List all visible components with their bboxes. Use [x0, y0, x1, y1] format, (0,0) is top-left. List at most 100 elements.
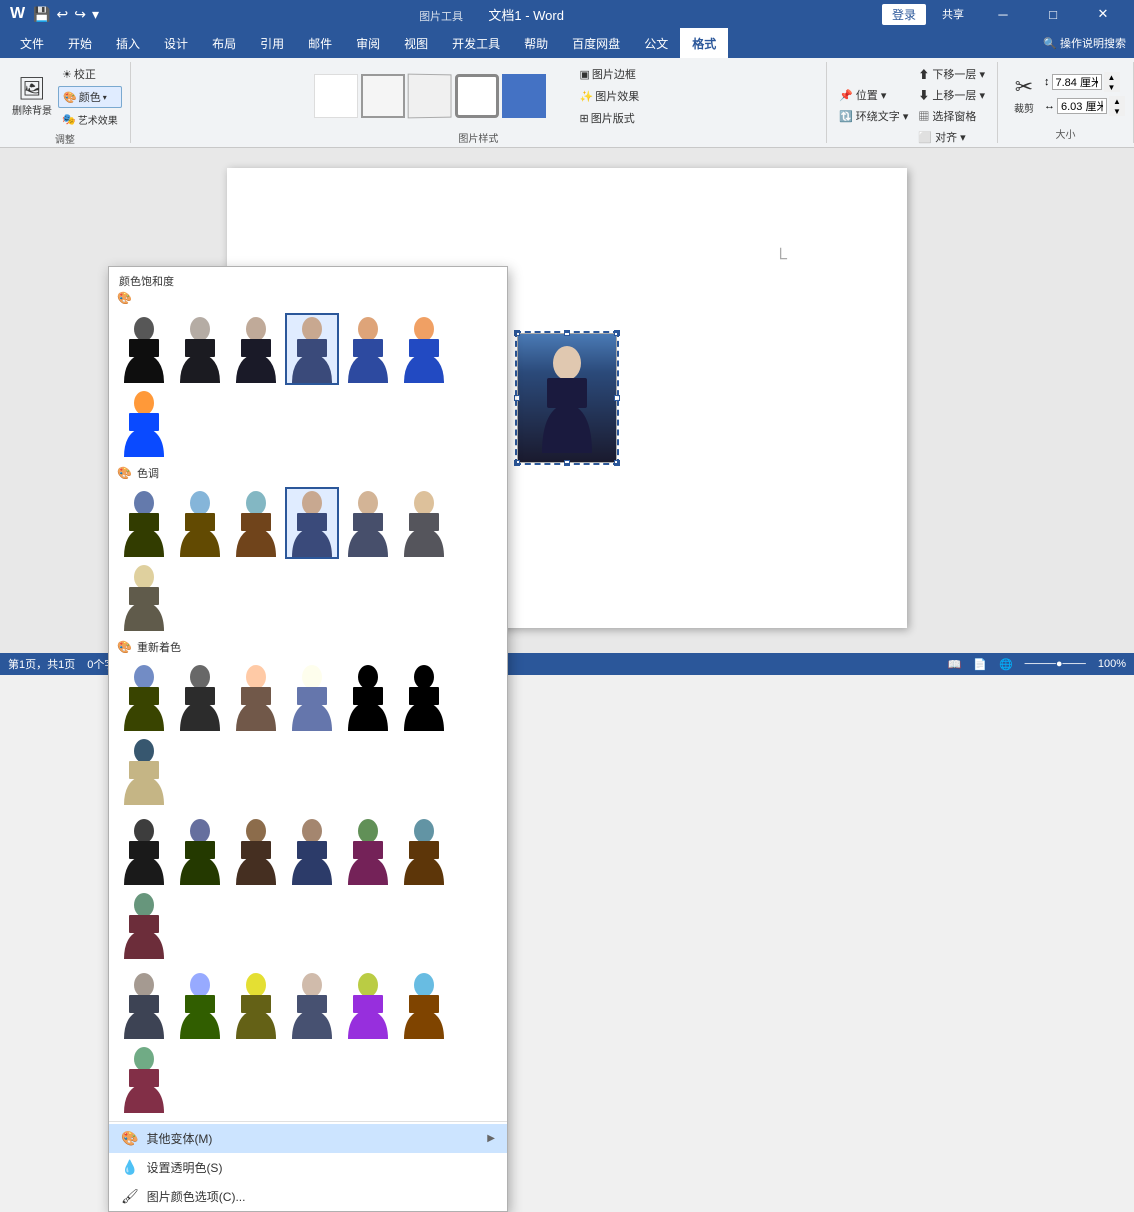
handle-tl[interactable]: [514, 330, 520, 336]
customize-icon[interactable]: ▾: [90, 4, 101, 25]
rc3-thumb-3[interactable]: [285, 969, 339, 1041]
style-preset-3[interactable]: [407, 74, 451, 119]
rc2-thumb-5[interactable]: [397, 815, 451, 887]
rc2-thumb-6[interactable]: [117, 889, 171, 961]
selected-image-container[interactable]: [517, 333, 617, 463]
rc3-thumb-2[interactable]: [229, 969, 283, 1041]
sat-thumb-6[interactable]: [117, 387, 171, 459]
picture-effect-btn[interactable]: ✨ 图片效果: [576, 86, 644, 106]
handle-br[interactable]: [614, 460, 620, 466]
height-up[interactable]: ▲: [1104, 72, 1120, 82]
view-mode-read[interactable]: 📖: [948, 658, 962, 671]
correct-button[interactable]: ☀ 校正: [58, 64, 122, 84]
artistic-button[interactable]: 🎭 艺术效果: [58, 110, 122, 129]
rc2-thumb-0[interactable]: [117, 815, 171, 887]
search-help-btn[interactable]: 🔍 排列操作说明搜索: [1043, 35, 1126, 51]
view-mode-print[interactable]: 📄: [973, 658, 987, 671]
rc2-thumb-4[interactable]: [341, 815, 395, 887]
tab-format[interactable]: 格式: [680, 28, 728, 58]
rc-thumb-5[interactable]: [397, 661, 451, 733]
other-variants-menu-item[interactable]: 🎨 其他变体(M) ▶: [109, 1124, 507, 1153]
rc2-thumb-2[interactable]: [229, 815, 283, 887]
style-preset-2[interactable]: [361, 74, 405, 118]
tab-dev[interactable]: 开发工具: [440, 28, 512, 58]
rc-thumb-6[interactable]: [117, 735, 171, 807]
tab-baidu[interactable]: 百度网盘: [560, 28, 632, 58]
sat-thumb-0[interactable]: [117, 313, 171, 385]
tone-thumb-4[interactable]: [341, 487, 395, 559]
handle-tm[interactable]: [564, 330, 570, 336]
style-preset-1[interactable]: [314, 74, 358, 118]
rc3-thumb-6[interactable]: [117, 1043, 171, 1115]
handle-bm[interactable]: [564, 460, 570, 466]
set-transparent-menu-item[interactable]: 💧 设置透明色(S): [109, 1153, 507, 1182]
crop-button[interactable]: ✂ 裁剪: [1006, 72, 1042, 117]
tab-design[interactable]: 设计: [152, 28, 200, 58]
handle-tr[interactable]: [614, 330, 620, 336]
tab-insert[interactable]: 插入: [104, 28, 152, 58]
bring-forward-btn[interactable]: ⬆ 下移一层 ▾: [914, 64, 989, 84]
select-pane-btn[interactable]: ▦ 选择窗格: [914, 106, 989, 126]
height-down[interactable]: ▼: [1104, 82, 1120, 92]
sat-thumb-1[interactable]: [173, 313, 227, 385]
restore-button[interactable]: □: [1030, 0, 1076, 28]
login-button[interactable]: 登录: [882, 4, 926, 25]
remove-bg-button[interactable]: 🖼 删除背景: [8, 74, 56, 119]
sat-thumb-3[interactable]: [285, 313, 339, 385]
align-btn[interactable]: ⬜ 对齐 ▾: [914, 127, 989, 147]
minimize-button[interactable]: ─: [980, 0, 1026, 28]
rc-thumb-1[interactable]: [173, 661, 227, 733]
tab-file[interactable]: 文件: [8, 28, 56, 58]
sat-thumb-2[interactable]: [229, 313, 283, 385]
tab-view[interactable]: 视图: [392, 28, 440, 58]
handle-ml[interactable]: [514, 395, 520, 401]
share-button[interactable]: 共享: [930, 0, 976, 28]
position-btn[interactable]: 📌 位置 ▾: [835, 85, 912, 105]
tone-thumb-0[interactable]: [117, 487, 171, 559]
height-input[interactable]: [1052, 74, 1102, 90]
handle-bl[interactable]: [514, 460, 520, 466]
width-input[interactable]: [1057, 98, 1107, 114]
tab-mail[interactable]: 邮件: [296, 28, 344, 58]
tab-help[interactable]: 帮助: [512, 28, 560, 58]
zoom-slider[interactable]: ────●───: [1025, 658, 1086, 670]
rc-thumb-3[interactable]: [285, 661, 339, 733]
redo-icon[interactable]: ↪: [72, 4, 88, 25]
tab-official[interactable]: 公文: [632, 28, 680, 58]
view-mode-web[interactable]: 🌐: [999, 658, 1013, 671]
tab-review[interactable]: 审阅: [344, 28, 392, 58]
color-button[interactable]: 🎨 颜色 ▾: [58, 86, 122, 108]
rc2-thumb-1[interactable]: [173, 815, 227, 887]
tone-thumb-1[interactable]: [173, 487, 227, 559]
rc3-thumb-0[interactable]: [117, 969, 171, 1041]
picture-layout-btn[interactable]: ⊞ 图片版式: [576, 108, 644, 128]
send-backward-btn[interactable]: ⬇ 上移一层 ▾: [914, 85, 989, 105]
save-icon[interactable]: 💾: [31, 4, 52, 25]
color-options-menu-item[interactable]: 🖌 图片颜色选项(C)...: [109, 1182, 507, 1211]
style-preset-4[interactable]: [455, 74, 499, 118]
tab-layout[interactable]: 布局: [200, 28, 248, 58]
rc3-thumb-5[interactable]: [397, 969, 451, 1041]
rc3-thumb-4[interactable]: [341, 969, 395, 1041]
wrap-text-btn[interactable]: 🔃 环绕文字 ▾: [835, 106, 912, 126]
rc-thumb-4[interactable]: [341, 661, 395, 733]
sat-thumb-4[interactable]: [341, 313, 395, 385]
rc2-thumb-3[interactable]: [285, 815, 339, 887]
rc3-thumb-1[interactable]: [173, 969, 227, 1041]
sat-thumb-5[interactable]: [397, 313, 451, 385]
handle-mr[interactable]: [614, 395, 620, 401]
tone-thumb-6[interactable]: [117, 561, 171, 633]
undo-icon[interactable]: ↩: [55, 4, 71, 25]
picture-border-btn[interactable]: ▣ 图片边框: [576, 64, 644, 84]
width-up[interactable]: ▲: [1109, 96, 1125, 106]
tab-ref[interactable]: 引用: [248, 28, 296, 58]
style-preset-5[interactable]: [502, 74, 546, 118]
rc-thumb-2[interactable]: [229, 661, 283, 733]
close-button[interactable]: ✕: [1080, 0, 1126, 28]
rc-thumb-0[interactable]: [117, 661, 171, 733]
tone-thumb-2[interactable]: [229, 487, 283, 559]
tab-home[interactable]: 开始: [56, 28, 104, 58]
tone-thumb-3[interactable]: [285, 487, 339, 559]
tone-thumb-5[interactable]: [397, 487, 451, 559]
width-down[interactable]: ▼: [1109, 106, 1125, 116]
